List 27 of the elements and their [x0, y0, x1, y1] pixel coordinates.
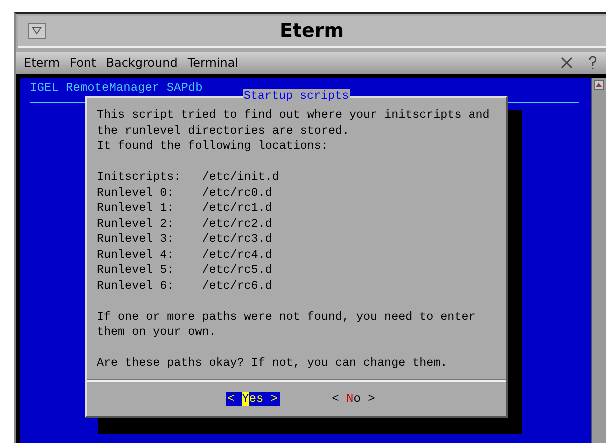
dialog-text: It found the following locations:: [97, 139, 330, 154]
dialog-text: Runlevel 4: /etc/rc4.d: [97, 248, 274, 263]
dialog-text: them on your own.: [97, 325, 218, 340]
menu-item[interactable]: Background: [106, 56, 178, 70]
menu-item[interactable]: Terminal: [188, 56, 239, 70]
window-menu-button[interactable]: [28, 23, 46, 39]
dialog-text: Runlevel 1: /etc/rc1.d: [97, 201, 274, 216]
dialog-text: Are these paths okay? If not, you can change them.: [97, 356, 449, 372]
dialog-button[interactable]: < No >: [330, 392, 378, 406]
window-title: Eterm: [280, 20, 344, 42]
dialog-text: Initscripts: /etc/init.d: [97, 170, 280, 186]
dialog-text: Runlevel 0: /etc/rc0.d: [97, 186, 274, 201]
dialog-text: Runlevel 6: /etc/rc6.d: [97, 278, 274, 294]
dialog-button[interactable]: < Yes >: [226, 392, 280, 406]
triangle-down-icon: [32, 27, 42, 35]
dialog-text: Runlevel 3: /etc/rc3.d: [97, 232, 274, 248]
dialog-title: Startup scripts: [242, 89, 350, 103]
menu-item[interactable]: Font: [70, 56, 96, 70]
dialog-text: If one or more paths were not found, you need to enter: [97, 310, 477, 325]
help-icon[interactable]: [588, 56, 598, 70]
dialog-text: Runlevel 5: /etc/rc5.d: [97, 263, 274, 278]
close-icon[interactable]: [560, 56, 574, 70]
scroll-up-icon[interactable]: [594, 80, 604, 90]
menu-item[interactable]: Eterm: [24, 56, 60, 70]
dialog-text: This script tried to find out where your initscripts and: [97, 108, 491, 124]
dialog-text: Runlevel 2: /etc/rc2.d: [97, 216, 274, 232]
dialog-text: the runlevel directories are stored.: [97, 124, 350, 139]
